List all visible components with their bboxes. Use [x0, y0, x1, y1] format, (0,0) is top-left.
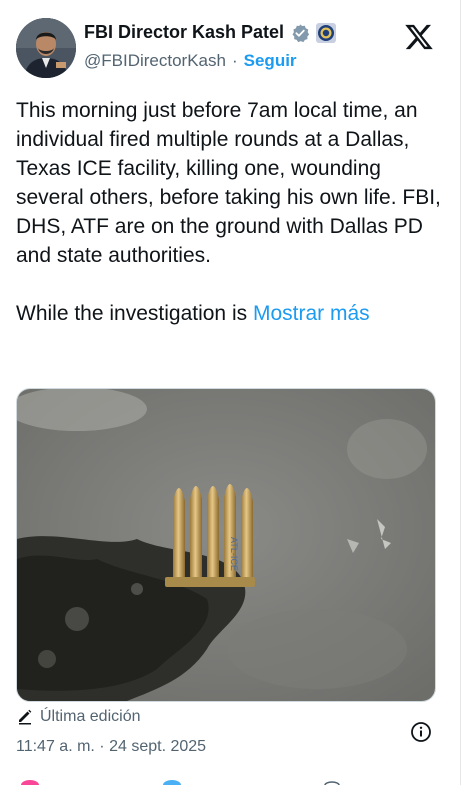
like-icon — [21, 780, 39, 785]
show-more-link[interactable]: Mostrar más — [253, 302, 370, 325]
edited-label: Última edición — [40, 708, 141, 725]
author-name[interactable]: FBI Director Kash Patel — [84, 22, 284, 43]
verified-badge-icon[interactable] — [290, 23, 310, 43]
tweet-body: This morning just before 7am local time,… — [16, 99, 441, 325]
tweet-card: FBI Director Kash Patel @FBIDirectorKash… — [0, 0, 461, 785]
tweet-media-image[interactable]: ATL-ICE — [16, 388, 436, 702]
reply-icon — [163, 780, 181, 785]
avatar-image — [16, 18, 76, 78]
author-name-row: FBI Director Kash Patel — [84, 22, 337, 43]
edited-indicator[interactable]: Última edición — [16, 708, 140, 726]
author-handle-row: @FBIDirectorKash · Seguir — [84, 51, 297, 71]
follow-button[interactable]: Seguir — [244, 51, 297, 70]
fbi-seal-icon[interactable] — [316, 22, 337, 43]
ammunition-photo: ATL-ICE — [17, 389, 435, 701]
tweet-timestamp[interactable]: 11:47 a. m. · 24 sept. 2025 — [16, 738, 206, 756]
separator-dot: · — [231, 51, 238, 70]
pencil-icon — [19, 709, 32, 725]
tweet-text: This morning just before 7am local time,… — [16, 96, 446, 328]
avatar[interactable] — [16, 18, 76, 78]
author-handle[interactable]: @FBIDirectorKash — [84, 51, 226, 70]
x-logo-icon[interactable] — [404, 22, 434, 52]
action-bar-partial — [21, 780, 340, 785]
cartridge-stamp: ATL-ICE — [229, 537, 239, 571]
info-icon[interactable] — [410, 721, 432, 743]
